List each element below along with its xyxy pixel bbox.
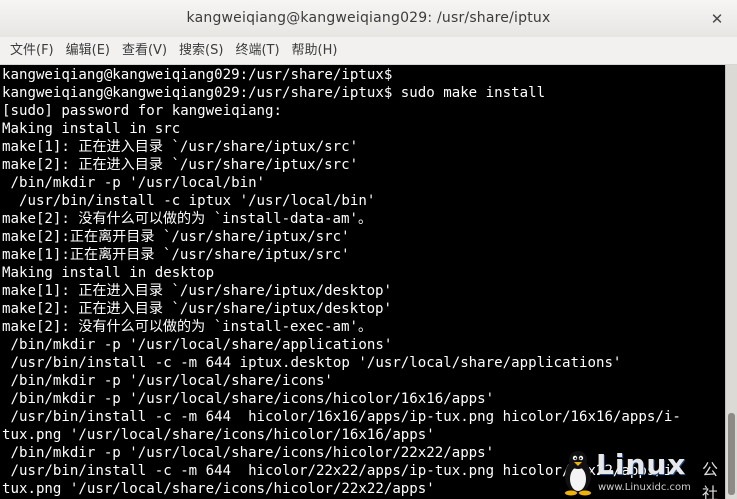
- menu-help[interactable]: 帮助(H): [286, 37, 344, 65]
- menu-terminal[interactable]: 终端(T): [229, 37, 285, 65]
- terminal-line: kangweiqiang@kangweiqiang029:/usr/share/…: [2, 67, 393, 83]
- terminal-line: make[2]:正在离开目录 `/usr/share/iptux/src': [2, 229, 350, 245]
- terminal-line: [sudo] password for kangweiqiang:: [2, 103, 283, 119]
- terminal-line: make[2]: 没有什么可以做的为 `install-data-am'。: [2, 211, 373, 227]
- title-bar[interactable]: kangweiqiang@kangweiqiang029: /usr/share…: [0, 0, 737, 37]
- terminal-line: make[2]: 正在进入目录 `/usr/share/iptux/deskto…: [2, 301, 393, 317]
- close-icon[interactable]: ✕: [707, 9, 727, 29]
- menu-search[interactable]: 搜索(S): [173, 37, 229, 65]
- menu-file[interactable]: 文件(F): [4, 37, 60, 65]
- watermark-logo: Linux 公社 www.Linuxidc.com: [560, 448, 730, 499]
- terminal-output[interactable]: kangweiqiang@kangweiqiang029:/usr/share/…: [0, 65, 725, 499]
- menu-view[interactable]: 查看(V): [116, 37, 173, 65]
- tux-penguin-icon: [565, 451, 591, 496]
- terminal-window: kangweiqiang@kangweiqiang029: /usr/share…: [0, 0, 737, 499]
- terminal-line: kangweiqiang@kangweiqiang029:/usr/share/…: [2, 85, 546, 101]
- terminal-line: /bin/mkdir -p '/usr/local/bin': [2, 175, 266, 191]
- window-title: kangweiqiang@kangweiqiang029: /usr/share…: [186, 10, 551, 26]
- terminal-line: make[2]: 没有什么可以做的为 `install-exec-am'。: [2, 319, 373, 335]
- terminal-line: make[1]: 正在进入目录 `/usr/share/iptux/src': [2, 139, 359, 155]
- menu-edit[interactable]: 编辑(E): [60, 37, 116, 65]
- terminal-line: make[2]: 正在进入目录 `/usr/share/iptux/src': [2, 157, 359, 173]
- terminal-line: /bin/mkdir -p '/usr/local/share/icons': [2, 373, 333, 389]
- menu-bar: 文件(F) 编辑(E) 查看(V) 搜索(S) 终端(T) 帮助(H): [0, 37, 737, 65]
- terminal-line: make[1]:正在离开目录 `/usr/share/iptux/src': [2, 247, 350, 263]
- terminal-line: /bin/mkdir -p '/usr/local/share/icons/hi…: [2, 391, 495, 407]
- terminal-line: make[1]: 正在进入目录 `/usr/share/iptux/deskto…: [2, 283, 393, 299]
- watermark-brand: Linux: [596, 448, 687, 481]
- terminal-line: /usr/bin/install -c -m 644 iptux.desktop…: [2, 355, 622, 371]
- terminal-line: /usr/bin/install -c iptux '/usr/local/bi…: [2, 193, 376, 209]
- terminal-line: /usr/bin/install -c -m 644 hicolor/16x16…: [2, 409, 681, 425]
- watermark-url: www.Linuxidc.com: [598, 482, 691, 493]
- terminal-line: Making install in src: [2, 121, 181, 137]
- terminal-line: /bin/mkdir -p '/usr/local/share/applicat…: [2, 337, 393, 353]
- terminal-line: tux.png '/usr/local/share/icons/hicolor/…: [2, 427, 435, 443]
- vertical-scrollbar[interactable]: [725, 65, 737, 499]
- watermark-brand-cn: 公社: [702, 460, 719, 499]
- terminal-line: Making install in desktop: [2, 265, 215, 281]
